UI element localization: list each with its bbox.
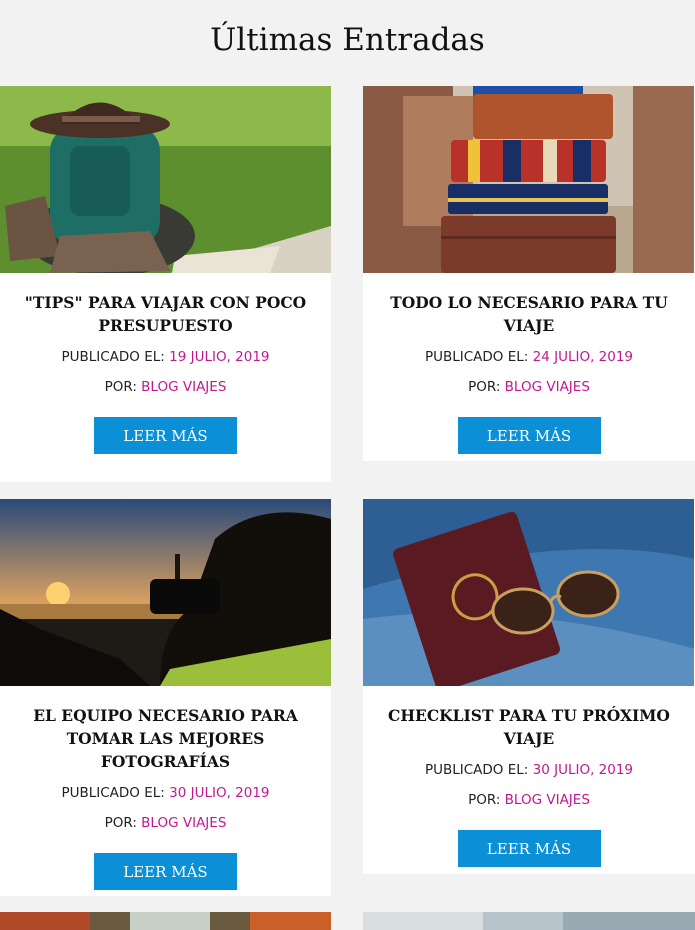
- post-card: EL EQUIPO NECESARIO PARA TOMAR LAS MEJOR…: [0, 499, 331, 896]
- post-title[interactable]: CHECKLIST PARA TU PRÓXIMO VIAJE: [379, 704, 679, 750]
- post-thumbnail[interactable]: [363, 499, 694, 686]
- post-card: "TIPS" PARA VIAJAR CON POCO PRESUPUESTO …: [0, 86, 331, 482]
- post-card: CHECKLIST PARA TU PRÓXIMO VIAJE PUBLICAD…: [363, 499, 695, 874]
- read-more-button[interactable]: LEER MÁS: [457, 830, 601, 867]
- read-more-button[interactable]: LEER MÁS: [94, 853, 237, 890]
- post-date-value[interactable]: 30 JULIO, 2019: [533, 762, 633, 778]
- author-label: POR:: [104, 815, 137, 831]
- post-author: POR: BLOG VIAJES: [0, 813, 331, 833]
- post-date-value[interactable]: 19 JULIO, 2019: [169, 349, 269, 365]
- post-thumbnail[interactable]: [0, 912, 331, 930]
- post-card-partial: [0, 912, 331, 930]
- post-thumbnail[interactable]: [0, 499, 331, 686]
- post-author: POR: BLOG VIAJES: [363, 377, 695, 397]
- author-label: POR:: [468, 379, 501, 395]
- read-more-button[interactable]: LEER MÁS: [457, 417, 601, 454]
- post-author-value[interactable]: BLOG VIAJES: [141, 379, 226, 395]
- post-card-partial: [363, 912, 695, 930]
- published-label: PUBLICADO EL:: [61, 349, 165, 365]
- post-thumbnail[interactable]: [0, 86, 331, 273]
- post-title[interactable]: "TIPS" PARA VIAJAR CON POCO PRESUPUESTO: [16, 291, 315, 337]
- post-date: PUBLICADO EL: 24 JULIO, 2019: [363, 347, 695, 367]
- post-date: PUBLICADO EL: 19 JULIO, 2019: [0, 347, 331, 367]
- author-label: POR:: [104, 379, 137, 395]
- post-date: PUBLICADO EL: 30 JULIO, 2019: [363, 760, 695, 780]
- post-thumbnail[interactable]: [363, 86, 694, 273]
- post-date: PUBLICADO EL: 30 JULIO, 2019: [0, 783, 331, 803]
- published-label: PUBLICADO EL:: [424, 762, 529, 778]
- read-more-button[interactable]: LEER MÁS: [94, 417, 237, 454]
- post-author-value[interactable]: BLOG VIAJES: [505, 792, 590, 808]
- post-date-value[interactable]: 24 JULIO, 2019: [533, 349, 633, 365]
- published-label: PUBLICADO EL:: [424, 349, 529, 365]
- post-author-value[interactable]: BLOG VIAJES: [141, 815, 226, 831]
- post-author: POR: BLOG VIAJES: [363, 790, 695, 810]
- page-title: Últimas Entradas: [210, 22, 485, 58]
- author-label: POR:: [468, 792, 501, 808]
- post-title[interactable]: TODO LO NECESARIO PARA TU VIAJE: [379, 291, 679, 337]
- post-card: TODO LO NECESARIO PARA TU VIAJE PUBLICAD…: [363, 86, 695, 461]
- post-author: POR: BLOG VIAJES: [0, 377, 331, 397]
- published-label: PUBLICADO EL:: [61, 785, 165, 801]
- post-date-value[interactable]: 30 JULIO, 2019: [169, 785, 269, 801]
- post-author-value[interactable]: BLOG VIAJES: [505, 379, 590, 395]
- post-thumbnail[interactable]: [363, 912, 695, 930]
- post-title[interactable]: EL EQUIPO NECESARIO PARA TOMAR LAS MEJOR…: [16, 704, 315, 773]
